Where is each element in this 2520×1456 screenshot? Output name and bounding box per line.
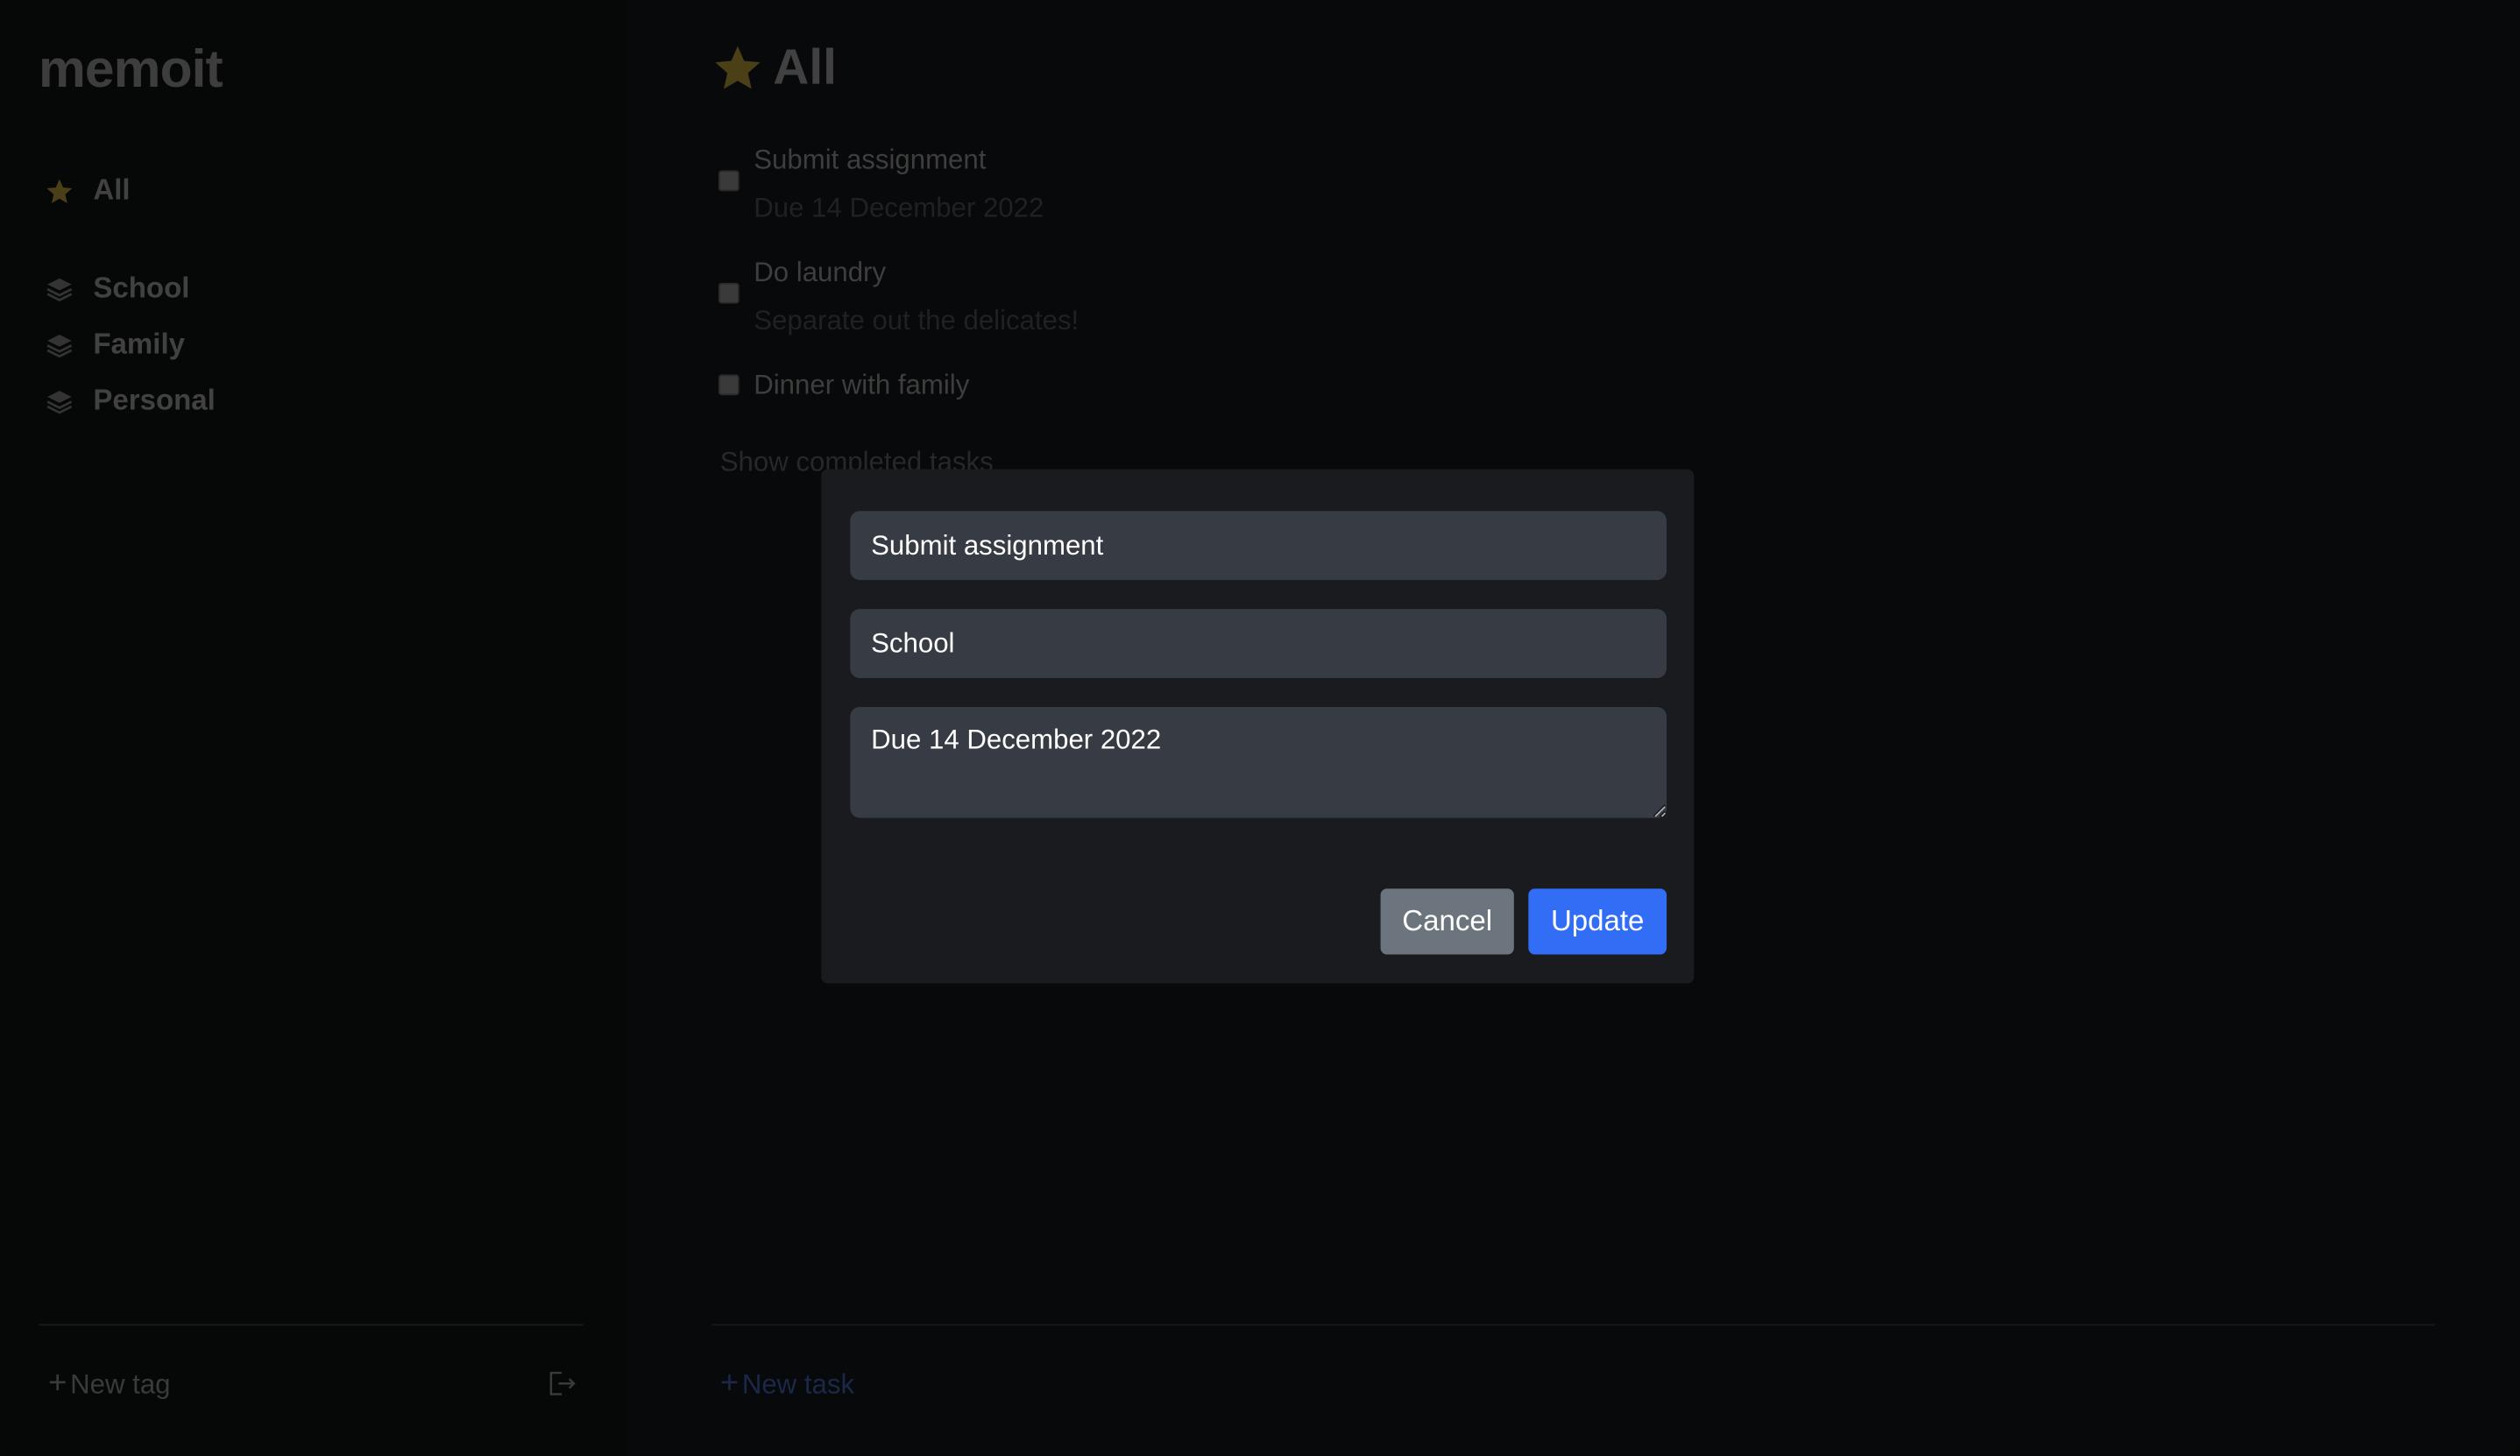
task-title-input[interactable]	[850, 511, 1667, 581]
update-button[interactable]: Update	[1528, 888, 1667, 955]
layers-icon	[46, 277, 73, 301]
new-task-label: New task	[741, 1368, 855, 1399]
page-title: All	[712, 39, 837, 96]
task-title[interactable]: Do laundry	[754, 257, 1079, 289]
task-item: Dinner with family	[718, 370, 969, 402]
cancel-button[interactable]: Cancel	[1380, 888, 1514, 955]
task-note: Separate out the delicates!	[754, 305, 1079, 336]
sidebar-item-family[interactable]: Family	[45, 328, 185, 362]
task-item: Submit assignment Due 14 December 2022	[718, 145, 1044, 225]
sidebar-item-all[interactable]: All	[45, 173, 131, 208]
logout-icon[interactable]	[547, 1369, 577, 1398]
task-checkbox[interactable]	[718, 374, 740, 396]
star-icon	[715, 46, 761, 89]
task-tag-input[interactable]	[850, 609, 1667, 679]
divider	[39, 1324, 584, 1326]
page-title-text: All	[773, 39, 837, 95]
plus-icon: +	[48, 1366, 67, 1402]
new-task-button[interactable]: + New task	[720, 1366, 854, 1403]
edit-task-modal: Due 14 December 2022 Cancel Update	[821, 469, 1695, 984]
sidebar-item-label: Personal	[93, 384, 216, 417]
task-item: Do laundry Separate out the delicates!	[718, 257, 1079, 337]
sidebar-item-label: All	[93, 173, 131, 206]
layers-icon	[46, 334, 73, 357]
sidebar: memoit All School Family Personal + New …	[0, 0, 627, 1456]
new-tag-button[interactable]: + New tag	[48, 1366, 171, 1403]
task-checkbox[interactable]	[718, 170, 740, 192]
task-checkbox[interactable]	[718, 282, 740, 304]
divider	[711, 1324, 2435, 1326]
layers-icon	[46, 390, 73, 413]
app-window: memoit All School Family Personal + New …	[0, 0, 2520, 1456]
star-icon	[46, 178, 73, 203]
plus-icon: +	[719, 1366, 740, 1402]
task-note-textarea[interactable]: Due 14 December 2022	[850, 707, 1667, 818]
task-note: Due 14 December 2022	[754, 193, 1044, 223]
sidebar-item-personal[interactable]: Personal	[45, 384, 216, 418]
new-tag-label: New tag	[70, 1368, 171, 1399]
task-title[interactable]: Dinner with family	[754, 370, 969, 402]
sidebar-item-label: School	[93, 271, 190, 304]
app-logo: memoit	[39, 39, 223, 98]
task-title[interactable]: Submit assignment	[754, 145, 1044, 177]
sidebar-item-school[interactable]: School	[45, 272, 189, 306]
sidebar-item-label: Family	[93, 328, 185, 360]
